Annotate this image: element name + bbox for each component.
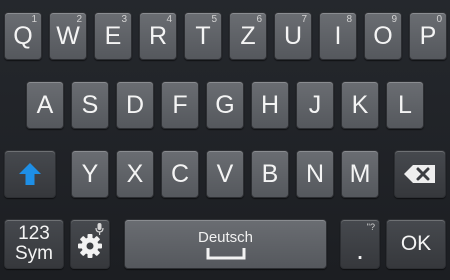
key-label: N (305, 159, 325, 188)
key-label: C (170, 159, 190, 188)
symbols-key[interactable]: 123 Sym (4, 219, 64, 269)
key-p[interactable]: 0 P (409, 12, 447, 60)
key-a[interactable]: A (26, 81, 64, 129)
key-m[interactable]: M (341, 150, 379, 198)
ok-key-label: OK (400, 232, 432, 255)
key-e[interactable]: 3 E (94, 12, 132, 60)
key-s[interactable]: S (71, 81, 109, 129)
key-hint: 7 (301, 14, 307, 25)
key-q[interactable]: 1 Q (4, 12, 42, 60)
key-label: A (36, 90, 54, 119)
key-hint: 9 (391, 14, 397, 25)
key-i[interactable]: 8 I (319, 12, 357, 60)
key-d[interactable]: D (116, 81, 154, 129)
key-label: E (104, 21, 122, 50)
key-label: Q (13, 21, 33, 50)
key-label: V (216, 159, 234, 188)
key-label: R (148, 21, 168, 50)
space-bar-icon (206, 247, 245, 259)
key-l[interactable]: L (386, 81, 424, 129)
key-g[interactable]: G (206, 81, 244, 129)
key-hint: 4 (166, 14, 172, 25)
key-label: F (172, 90, 188, 119)
key-o[interactable]: 9 O (364, 12, 402, 60)
key-n[interactable]: N (296, 150, 334, 198)
key-label: I (334, 21, 342, 50)
key-label: K (351, 90, 369, 119)
key-j[interactable]: J (296, 81, 334, 129)
symbols-key-line1: 123 (18, 223, 50, 244)
backspace-key[interactable] (394, 150, 446, 198)
key-label: Z (240, 21, 256, 50)
key-y[interactable]: Y (71, 150, 109, 198)
shift-up-arrow-icon (19, 163, 41, 185)
key-label: H (260, 90, 280, 119)
settings-key[interactable] (70, 219, 110, 269)
key-label: L (398, 90, 412, 119)
key-label: P (419, 21, 437, 50)
key-w[interactable]: 2 W (49, 12, 87, 60)
space-key[interactable]: Deutsch (124, 219, 327, 269)
key-hint: 1 (31, 14, 37, 25)
key-t[interactable]: 5 T (184, 12, 222, 60)
key-u[interactable]: 7 U (274, 12, 312, 60)
ok-key[interactable]: OK (386, 219, 446, 269)
symbols-key-line2: Sym (15, 243, 53, 264)
key-label: U (283, 21, 303, 50)
key-r[interactable]: 4 R (139, 12, 177, 60)
key-b[interactable]: B (251, 150, 289, 198)
space-key-language-label: Deutsch (197, 228, 254, 246)
key-label: X (126, 159, 144, 188)
key-label: W (56, 21, 80, 50)
key-hint: 0 (436, 14, 442, 25)
settings-gear-icon (78, 234, 102, 258)
key-v[interactable]: V (206, 150, 244, 198)
key-hint: 8 (346, 14, 352, 25)
key-label: S (81, 90, 99, 119)
key-label: B (261, 159, 279, 188)
key-label: T (195, 21, 211, 50)
key-h[interactable]: H (251, 81, 289, 129)
key-label: O (373, 21, 393, 50)
period-key[interactable]: "? . (340, 219, 380, 269)
key-hint: 6 (256, 14, 262, 25)
key-label: Y (81, 159, 99, 188)
key-label: G (215, 90, 235, 119)
key-f[interactable]: F (161, 81, 199, 129)
key-x[interactable]: X (116, 150, 154, 198)
key-hint: 3 (121, 14, 127, 25)
key-k[interactable]: K (341, 81, 379, 129)
period-key-label: . (356, 234, 364, 265)
key-c[interactable]: C (161, 150, 199, 198)
key-label: J (308, 90, 322, 119)
key-label: D (125, 90, 145, 119)
backspace-icon (404, 165, 435, 183)
period-key-hint: "? (366, 222, 375, 232)
key-hint: 5 (211, 14, 217, 25)
key-label: M (349, 159, 371, 188)
shift-key[interactable] (4, 150, 56, 198)
key-hint: 2 (76, 14, 82, 25)
key-z[interactable]: 6 Z (229, 12, 267, 60)
microphone-icon (95, 223, 104, 235)
